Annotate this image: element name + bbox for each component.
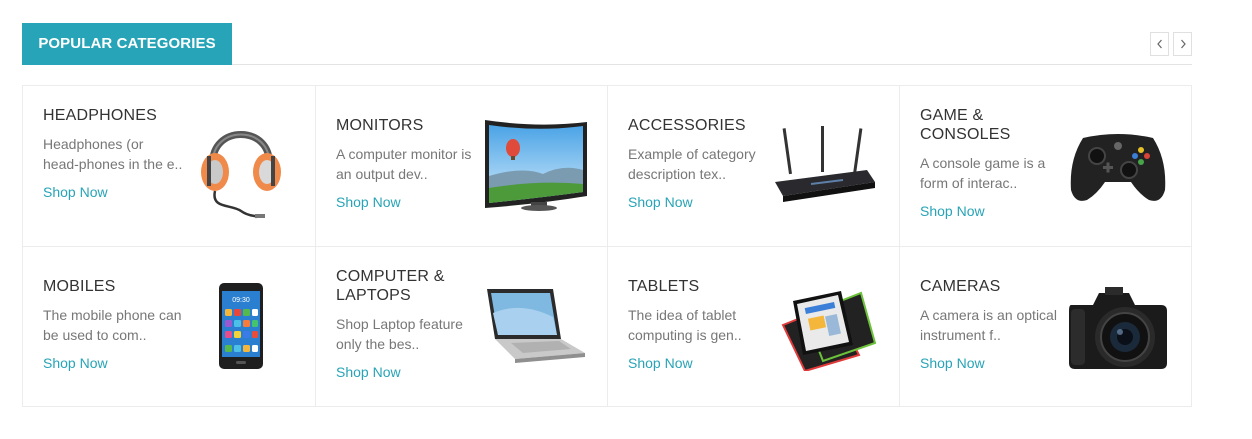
shop-now-link[interactable]: Shop Now bbox=[43, 184, 108, 200]
category-card-tablets: TABLETS The idea of tablet computing is … bbox=[608, 247, 900, 406]
category-title[interactable]: CAMERAS bbox=[920, 277, 1060, 296]
shop-now-link[interactable]: Shop Now bbox=[336, 364, 401, 380]
category-description: Headphones (or head-phones in the e.. bbox=[43, 136, 183, 172]
smartphone-image[interactable]: 09:30 bbox=[219, 283, 263, 369]
carousel-nav bbox=[1150, 32, 1192, 56]
category-title[interactable]: HEADPHONES bbox=[43, 106, 183, 125]
category-title[interactable]: ACCESSORIES bbox=[628, 116, 768, 135]
category-description: A computer monitor is an output dev.. bbox=[336, 146, 472, 182]
monitor-image[interactable] bbox=[483, 118, 589, 212]
category-card-accessories: ACCESSORIES Example of category descript… bbox=[608, 86, 900, 247]
category-description: The idea of tablet computing is gen.. bbox=[628, 307, 742, 343]
category-card-mobiles: MOBILES The mobile phone can be used to … bbox=[23, 247, 316, 406]
categories-grid: HEADPHONES Headphones (or head-phones in… bbox=[22, 85, 1192, 407]
headphones-image[interactable] bbox=[191, 114, 291, 222]
shop-now-link[interactable]: Shop Now bbox=[628, 355, 693, 371]
laptop-image[interactable] bbox=[481, 287, 587, 363]
tablet-image[interactable] bbox=[775, 285, 877, 371]
category-card-game-consoles: GAME & CONSOLES A console game is a form… bbox=[900, 86, 1191, 247]
shop-now-link[interactable]: Shop Now bbox=[920, 355, 985, 371]
svg-text:09:30: 09:30 bbox=[232, 297, 250, 304]
category-title[interactable]: MOBILES bbox=[43, 277, 183, 296]
router-image[interactable] bbox=[771, 126, 877, 202]
chevron-right-icon bbox=[1180, 39, 1186, 49]
category-card-computer-laptops: COMPUTER & LAPTOPS Shop Laptop feature o… bbox=[316, 247, 608, 406]
chevron-left-icon bbox=[1156, 39, 1162, 49]
shop-now-link[interactable]: Shop Now bbox=[43, 355, 108, 371]
category-description: A console game is a form of interac.. bbox=[920, 155, 1046, 191]
category-description: Example of category description tex.. bbox=[628, 146, 756, 182]
section-title: POPULAR CATEGORIES bbox=[22, 23, 232, 65]
category-description: A camera is an optical instrument f.. bbox=[920, 307, 1057, 343]
category-title[interactable]: GAME & CONSOLES bbox=[920, 106, 1060, 144]
shop-now-link[interactable]: Shop Now bbox=[336, 194, 401, 210]
camera-image[interactable] bbox=[1069, 283, 1167, 371]
shop-now-link[interactable]: Shop Now bbox=[628, 194, 693, 210]
category-description: The mobile phone can be used to com.. bbox=[43, 307, 182, 343]
category-description: Shop Laptop feature only the bes.. bbox=[336, 316, 463, 352]
carousel-prev-button[interactable] bbox=[1150, 32, 1169, 56]
carousel-next-button[interactable] bbox=[1173, 32, 1192, 56]
category-title[interactable]: MONITORS bbox=[336, 116, 476, 135]
shop-now-link[interactable]: Shop Now bbox=[920, 203, 985, 219]
category-card-cameras: CAMERAS A camera is an optical instrumen… bbox=[900, 247, 1191, 406]
gamepad-image[interactable] bbox=[1069, 130, 1167, 204]
category-card-monitors: MONITORS A computer monitor is an output… bbox=[316, 86, 608, 247]
category-card-headphones: HEADPHONES Headphones (or head-phones in… bbox=[23, 86, 316, 247]
category-title[interactable]: TABLETS bbox=[628, 277, 768, 296]
category-title[interactable]: COMPUTER & LAPTOPS bbox=[336, 267, 476, 305]
section-header: POPULAR CATEGORIES bbox=[22, 23, 1192, 65]
